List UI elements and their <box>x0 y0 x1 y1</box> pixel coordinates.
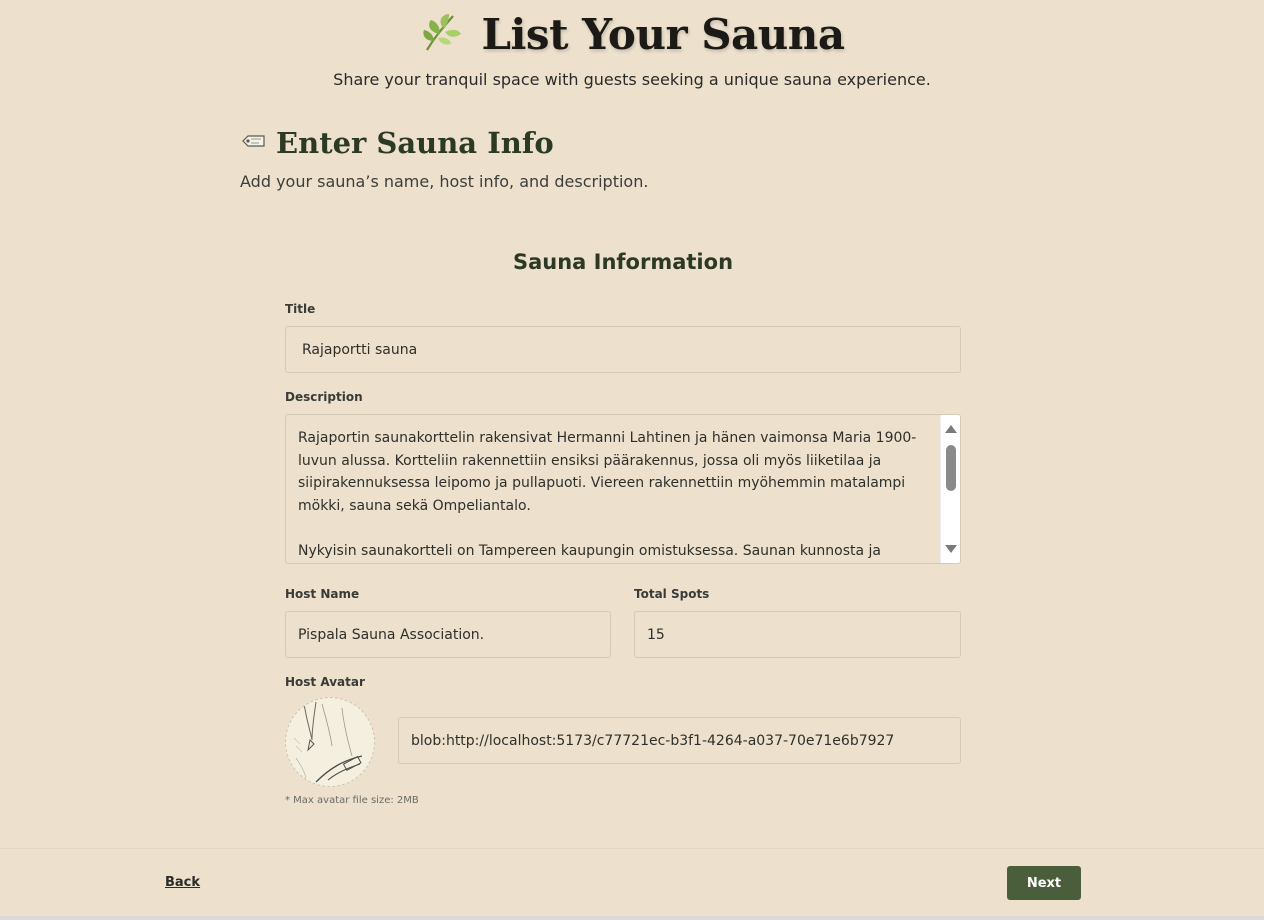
description-textarea[interactable]: Rajaportin saunakorttelin rakensivat Her… <box>285 414 961 564</box>
scroll-down-icon[interactable] <box>945 545 957 553</box>
total-spots-input[interactable]: 15 <box>634 611 961 658</box>
host-name-label: Host Name <box>285 587 360 601</box>
window-bottom-edge <box>0 916 1264 920</box>
page-subtitle: Share your tranquil space with guests se… <box>333 70 931 89</box>
title-input[interactable]: Rajaportti sauna <box>285 326 961 373</box>
next-button[interactable]: Next <box>1007 866 1081 900</box>
host-avatar-label: Host Avatar <box>285 675 365 689</box>
page-header: List Your Sauna Share your tranquil spac… <box>0 8 1264 90</box>
host-name-input[interactable]: Pispala Sauna Association. <box>285 611 611 658</box>
title-label: Title <box>285 302 316 316</box>
avatar-url-input[interactable]: blob:http://localhost:5173/c77721ec-b3f1… <box>398 717 961 764</box>
page-title: List Your Sauna <box>481 9 845 59</box>
description-scrollbar[interactable] <box>940 415 960 563</box>
tag-icon <box>240 131 268 155</box>
description-label: Description <box>285 390 363 404</box>
back-link[interactable]: Back <box>165 875 200 890</box>
leaf-icon <box>419 10 463 58</box>
avatar[interactable] <box>285 697 375 787</box>
step-header: Enter Sauna Info Add your sauna’s name, … <box>240 126 1040 191</box>
title-row: List Your Sauna <box>0 8 1264 60</box>
section-title: Sauna Information <box>512 250 734 274</box>
step-title: Enter Sauna Info <box>276 126 554 160</box>
total-spots-label: Total Spots <box>634 587 710 601</box>
step-title-row: Enter Sauna Info <box>240 126 1040 160</box>
scroll-thumb[interactable] <box>946 445 956 491</box>
avatar-size-hint: * Max avatar file size: 2MB <box>285 795 419 806</box>
scroll-up-icon[interactable] <box>945 425 957 433</box>
step-subtitle: Add your sauna’s name, host info, and de… <box>240 172 649 191</box>
avatar-sketch-image <box>293 701 363 783</box>
footer-nav: Back Next <box>0 848 1264 916</box>
description-text: Rajaportin saunakorttelin rakensivat Her… <box>298 430 917 559</box>
